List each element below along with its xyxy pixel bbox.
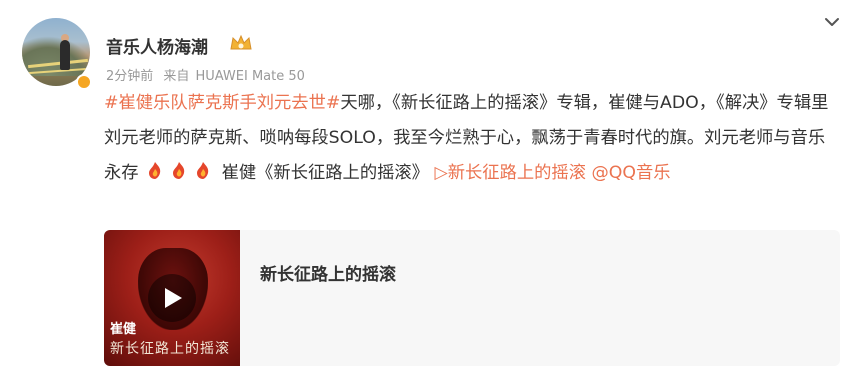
post-text: #崔健乐队萨克斯手刘元去世#天哪，《新长征路上的摇滚》专辑，崔健与ADO，《解决…	[104, 86, 834, 191]
play-button[interactable]	[148, 274, 196, 322]
verified-badge-icon	[76, 74, 92, 90]
crown-badge-icon[interactable]	[229, 33, 253, 57]
post-body-tail: 崔健《新长征路上的摇滚》	[216, 163, 429, 183]
candle-emoji-icon	[192, 160, 214, 182]
chevron-down-icon[interactable]	[822, 12, 842, 32]
topic-link[interactable]: #崔健乐队萨克斯手刘元去世#	[104, 93, 340, 113]
source-prefix: 来自	[163, 69, 190, 84]
username[interactable]: 音乐人杨海潮	[106, 33, 208, 58]
source-device: HUAWEI Mate 50	[195, 69, 305, 84]
timestamp[interactable]: 2分钟前	[106, 69, 153, 84]
music-link[interactable]: ▷新长征路上的摇滚	[434, 163, 586, 183]
candle-emoji-icon	[144, 160, 166, 182]
cover-artist: 崔健	[110, 322, 137, 337]
cover-album-title: 新长征路上的摇滚	[110, 341, 230, 357]
music-card[interactable]: 崔健 新长征路上的摇滚 新长征路上的摇滚	[104, 230, 840, 366]
card-title[interactable]: 新长征路上的摇滚	[260, 260, 396, 285]
candle-emoji-icon	[168, 160, 190, 182]
play-icon	[165, 288, 182, 308]
post-meta: 2分钟前 来自 HUAWEI Mate 50	[106, 65, 311, 84]
mention-link[interactable]: @QQ音乐	[592, 163, 671, 183]
album-cover[interactable]: 崔健 新长征路上的摇滚	[104, 230, 240, 366]
